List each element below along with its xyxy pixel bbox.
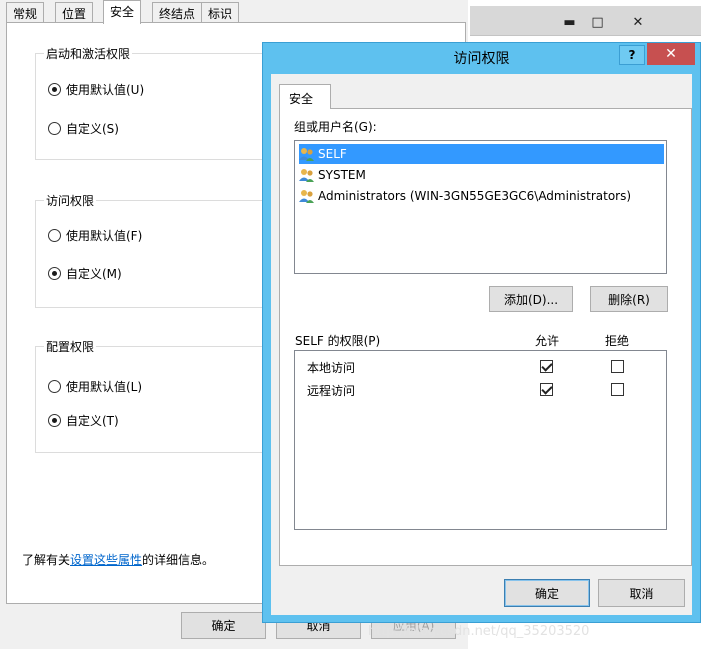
tab-endpoints[interactable]: 终结点: [152, 2, 203, 23]
access-permissions-group: 访问权限 使用默认值(F) 自定义(M): [35, 192, 275, 308]
dialog-ok-button[interactable]: 确定: [504, 579, 590, 607]
ok-button[interactable]: 确定: [181, 612, 266, 639]
access-default-radio[interactable]: 使用默认值(F): [48, 227, 142, 244]
config-default-radio[interactable]: 使用默认值(L): [48, 378, 142, 395]
tab-general[interactable]: 常规: [6, 2, 45, 23]
allow-header: 允许: [535, 334, 560, 348]
launch-activation-group: 启动和激活权限 使用默认值(U) 自定义(S): [35, 45, 275, 160]
permission-remote-access-label: 远程访问: [307, 384, 356, 398]
radio-label: 使用默认值(L): [66, 380, 143, 394]
radio-button[interactable]: [48, 414, 61, 427]
user-item-self[interactable]: SELF: [299, 144, 664, 164]
user-item-system[interactable]: SYSTEM: [299, 165, 370, 185]
tab-location[interactable]: 位置: [55, 2, 94, 23]
maximize-icon[interactable]: □: [584, 12, 611, 34]
radio-button[interactable]: [48, 83, 61, 96]
radio-label: 自定义(M): [66, 267, 122, 281]
local-access-allow-checkbox[interactable]: [540, 360, 553, 373]
user-name: SELF: [318, 147, 347, 161]
users-listbox[interactable]: SELF SYSTEM Administrators (WIN-3GN55GE3…: [294, 140, 667, 274]
background-window-titlebar: ▬ □ ✕: [470, 6, 701, 36]
group-title: 启动和激活权限: [44, 45, 133, 62]
tab-identity[interactable]: 标识: [201, 2, 240, 23]
info-suffix: 的详细信息。: [142, 553, 215, 567]
user-group-icon: [299, 146, 315, 162]
access-custom-radio[interactable]: 自定义(M): [48, 265, 122, 282]
info-prefix: 了解有关: [22, 553, 71, 567]
radio-label: 使用默认值(F): [66, 229, 143, 243]
configuration-permissions-group: 配置权限 使用默认值(L) 自定义(T): [35, 338, 275, 453]
security-tab-panel: 组或用户名(G): SELF SYSTEM Administrators (WI…: [279, 108, 692, 566]
close-icon[interactable]: ✕: [647, 43, 695, 65]
group-title: 访问权限: [44, 192, 97, 209]
permission-local-access-label: 本地访问: [307, 361, 356, 375]
minimize-icon[interactable]: ▬: [556, 12, 583, 34]
permissions-header: SELF 的权限(P): [295, 334, 381, 348]
user-group-icon: [299, 167, 315, 183]
remote-access-allow-checkbox[interactable]: [540, 383, 553, 396]
info-text: 了解有关设置这些属性的详细信息。: [22, 551, 214, 568]
user-group-icon: [299, 188, 315, 204]
group-users-label: 组或用户名(G):: [294, 120, 377, 134]
radio-label: 自定义(S): [66, 122, 119, 136]
watermark-text: http://blog.csdn.net/qq_35203520: [368, 624, 590, 639]
permissions-listbox[interactable]: 本地访问 远程访问: [294, 350, 667, 530]
config-custom-radio[interactable]: 自定义(T): [48, 412, 119, 429]
remote-access-deny-checkbox[interactable]: [611, 383, 624, 396]
dialog-client-area: 安全 组或用户名(G): SELF SYSTEM Administrators …: [271, 74, 692, 615]
radio-button[interactable]: [48, 380, 61, 393]
close-icon[interactable]: ✕: [618, 12, 658, 34]
dialog-cancel-button[interactable]: 取消: [598, 579, 685, 607]
local-access-deny-checkbox[interactable]: [611, 360, 624, 373]
tab-security[interactable]: 安全: [103, 0, 142, 24]
radio-button[interactable]: [48, 229, 61, 242]
user-item-administrators[interactable]: Administrators (WIN-3GN55GE3GC6\Administ…: [299, 186, 635, 206]
add-button[interactable]: 添加(D)...: [489, 286, 573, 312]
radio-label: 使用默认值(U): [66, 83, 145, 97]
launch-default-radio[interactable]: 使用默认值(U): [48, 81, 144, 98]
settings-help-link[interactable]: 设置这些属性: [70, 553, 142, 567]
group-title: 配置权限: [44, 338, 97, 355]
user-name: Administrators (WIN-3GN55GE3GC6\Administ…: [318, 189, 632, 203]
user-name: SYSTEM: [318, 168, 366, 182]
help-icon[interactable]: ?: [619, 45, 645, 65]
radio-button[interactable]: [48, 122, 61, 135]
tab-security[interactable]: 安全: [279, 84, 331, 109]
access-permission-dialog: 访问权限 ? ✕ 安全 组或用户名(G): SELF SYSTEM Admini…: [262, 42, 701, 623]
launch-custom-radio[interactable]: 自定义(S): [48, 120, 119, 137]
radio-button[interactable]: [48, 267, 61, 280]
deny-header: 拒绝: [605, 334, 630, 348]
remove-button[interactable]: 删除(R): [590, 286, 668, 312]
radio-label: 自定义(T): [66, 414, 119, 428]
